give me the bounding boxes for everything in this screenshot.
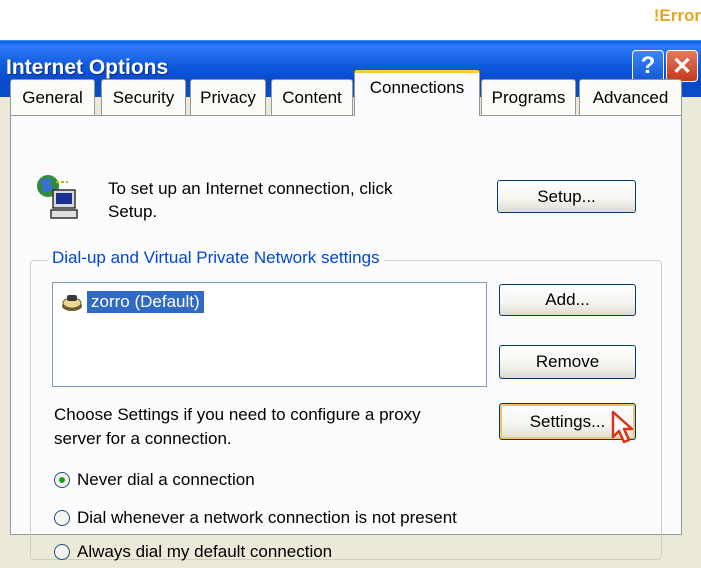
connection-name: zorro (Default)	[87, 291, 204, 313]
radio-label: Dial whenever a network connection is no…	[77, 508, 457, 527]
setup-button[interactable]: Setup...	[497, 180, 636, 213]
tab-advanced[interactable]: Advanced	[579, 79, 682, 115]
error-label: !Error	[653, 6, 701, 25]
mouse-cursor-icon	[611, 410, 634, 444]
window-title: Internet Options	[6, 56, 169, 79]
connections-listbox[interactable]: zorro (Default)	[52, 282, 487, 387]
tab-content[interactable]: Content	[271, 79, 353, 115]
radio-label: Never dial a connection	[77, 470, 255, 489]
dialup-connection-icon	[62, 295, 82, 311]
radio-button[interactable]	[54, 544, 70, 560]
radio-label: Always dial my default connection	[77, 542, 333, 561]
tab-connections[interactable]: Connections	[354, 70, 480, 116]
dialup-vpn-group-label: Dial-up and Virtual Private Network sett…	[48, 248, 384, 268]
setup-description-line2: Setup.	[108, 202, 158, 221]
radio-button[interactable]	[54, 472, 70, 488]
radio-dial-when-not-present[interactable]: Dial whenever a network connection is no…	[54, 508, 457, 528]
tab-general[interactable]: General	[10, 79, 95, 115]
close-icon: ✕	[671, 52, 693, 80]
proxy-description-line2: server for a connection.	[54, 429, 232, 448]
radio-never-dial[interactable]: Never dial a connection	[54, 470, 255, 490]
radio-always-dial[interactable]: Always dial my default connection	[54, 542, 332, 562]
list-item[interactable]: zorro (Default)	[61, 289, 204, 315]
tab-security[interactable]: Security	[101, 79, 186, 115]
close-button[interactable]: ✕	[666, 50, 698, 82]
help-button[interactable]: ?	[632, 50, 664, 82]
tab-privacy[interactable]: Privacy	[190, 79, 266, 115]
setup-description-line1: To set up an Internet connection, click	[108, 179, 393, 198]
help-icon: ?	[640, 52, 656, 79]
proxy-description-line1: Choose Settings if you need to configure…	[54, 405, 421, 424]
add-button[interactable]: Add...	[499, 284, 636, 316]
network-computer-icon	[37, 175, 78, 219]
remove-button[interactable]: Remove	[499, 345, 636, 379]
tab-programs[interactable]: Programs	[481, 79, 576, 115]
radio-button[interactable]	[54, 510, 70, 526]
